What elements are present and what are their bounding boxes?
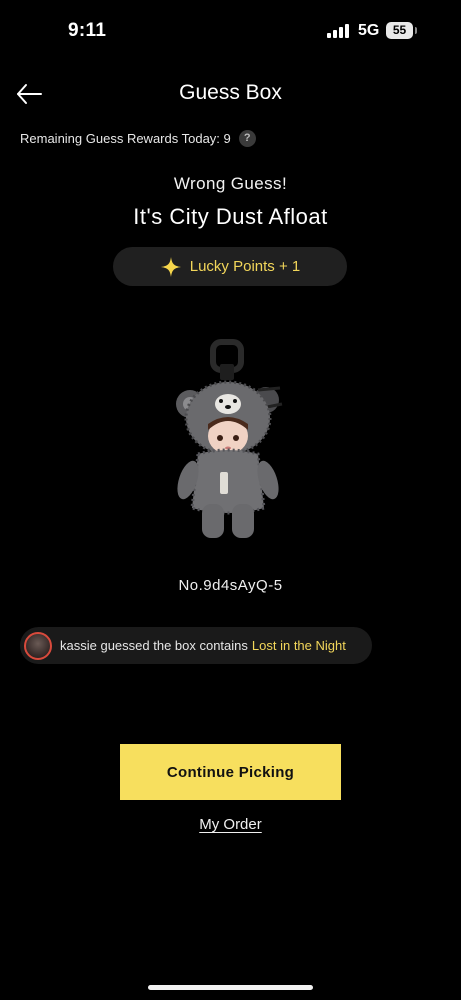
battery-tip xyxy=(415,27,417,34)
sparkle-star-icon xyxy=(160,256,181,277)
guess-message: kassie guessed the box contains Lost in … xyxy=(20,627,372,664)
status-bar: 9:11 5G 55 xyxy=(0,0,461,60)
result-name: It's City Dust Afloat xyxy=(133,204,328,229)
help-icon[interactable]: ? xyxy=(238,129,256,147)
battery-icon: 55 xyxy=(386,22,417,39)
lucky-points-badge: Lucky Points + 1 xyxy=(113,247,347,286)
battery-level: 55 xyxy=(386,22,413,39)
remaining-rewards-row: Remaining Guess Rewards Today: 9 ? xyxy=(20,128,256,148)
network-type: 5G xyxy=(358,22,380,39)
continue-picking-button[interactable]: Continue Picking xyxy=(120,744,341,800)
toy-figure-image xyxy=(176,339,283,538)
guess-message-text: kassie guessed the box contains xyxy=(60,638,248,653)
result-status: Wrong Guess! xyxy=(173,174,288,193)
remaining-rewards-label: Remaining Guess Rewards Today: 9 xyxy=(20,130,231,146)
my-order-link[interactable]: My Order xyxy=(0,816,461,833)
lucky-points-label: Lucky Points + 1 xyxy=(189,258,301,275)
home-indicator[interactable] xyxy=(148,985,313,990)
status-time: 9:11 xyxy=(68,20,107,41)
guessed-item-name: Lost in the Night xyxy=(251,638,346,653)
avatar xyxy=(24,631,52,660)
item-serial-number: No.9d4sAyQ-5 xyxy=(178,577,283,594)
page-title: Guess Box xyxy=(179,81,282,104)
cellular-signal-icon xyxy=(327,24,349,38)
